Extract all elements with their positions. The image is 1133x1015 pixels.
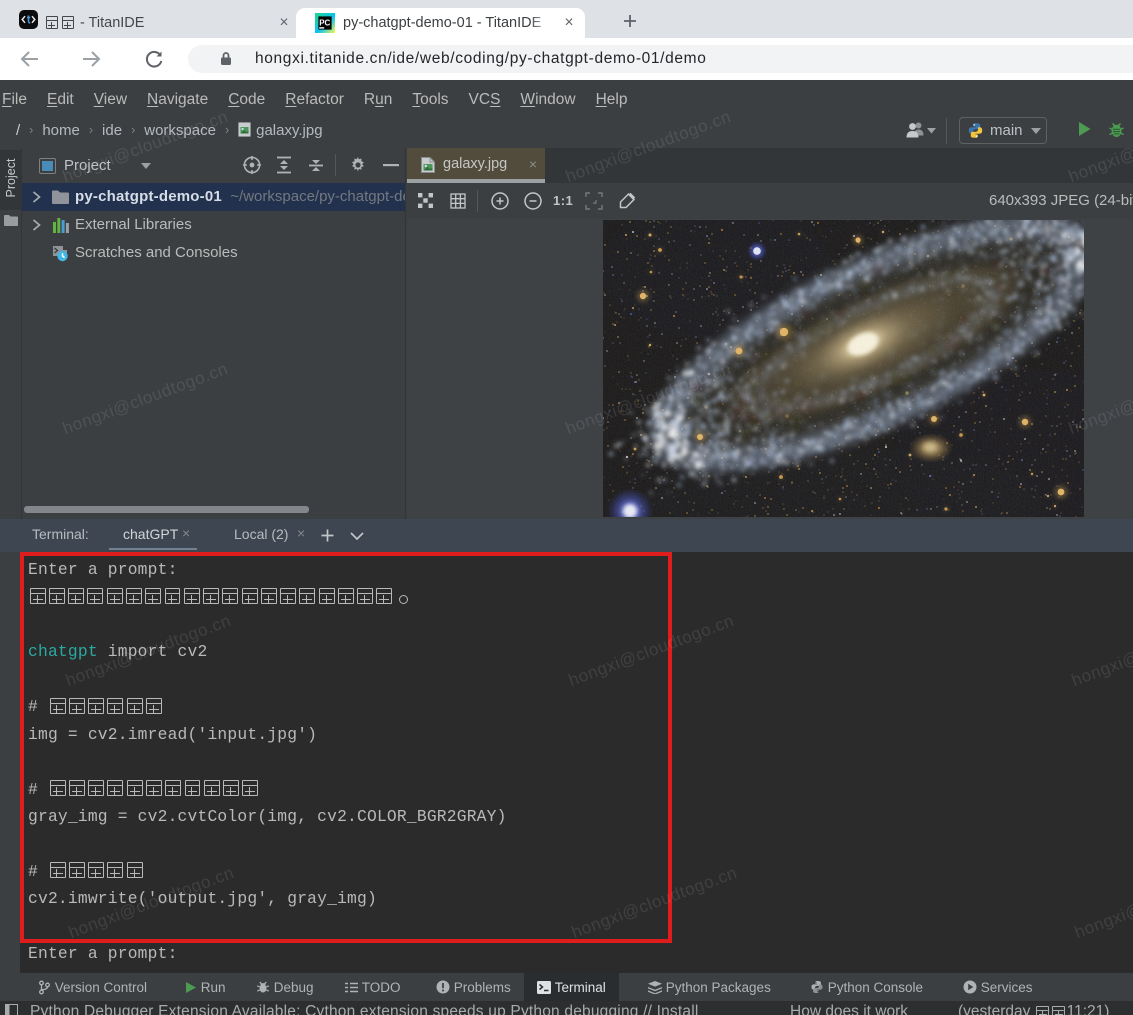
svg-text:PC: PC — [319, 19, 330, 28]
